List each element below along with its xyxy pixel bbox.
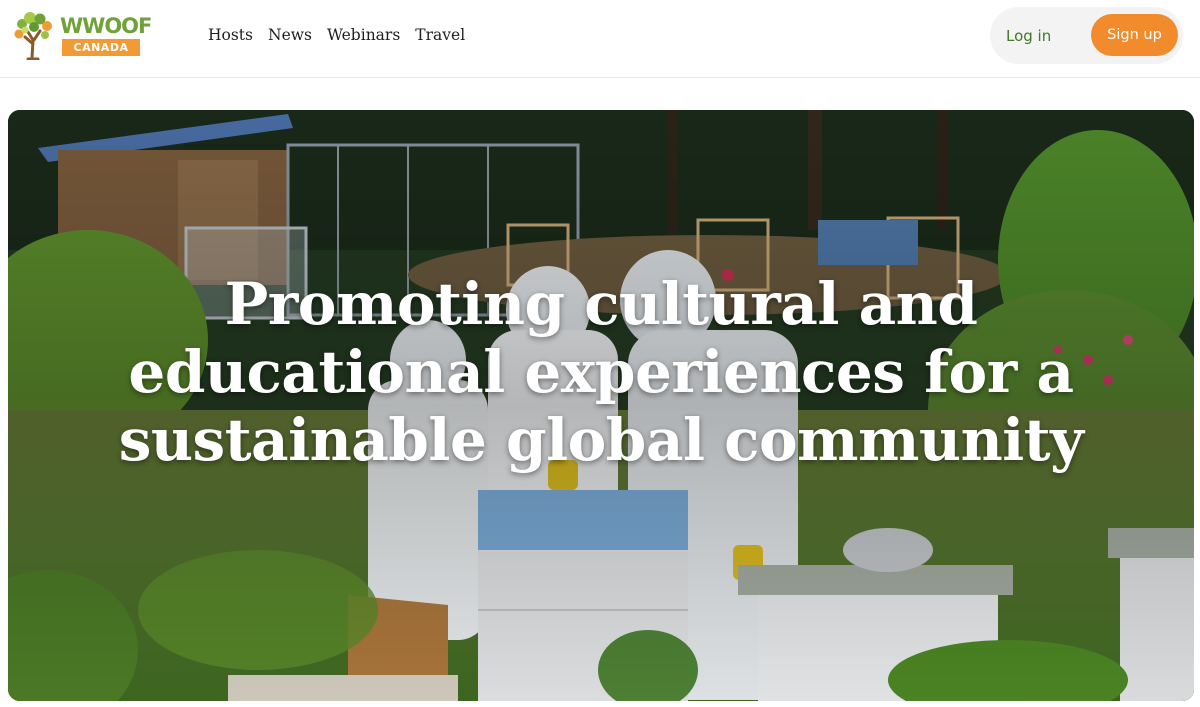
tree-logo-icon xyxy=(14,12,52,60)
logo-badge-canada: CANADA xyxy=(62,39,140,56)
hero-heading-line-2: educational experiences for a xyxy=(128,338,1074,406)
logo-wordmark: WWOOF xyxy=(60,14,152,38)
hero-banner: Promoting cultural and educational exper… xyxy=(8,110,1194,701)
main-nav: Hosts News Webinars Travel xyxy=(208,22,465,48)
auth-pill: Log in Sign up xyxy=(990,7,1183,64)
wwoof-canada-logo[interactable]: WWOOF CANADA xyxy=(12,10,152,62)
signup-button[interactable]: Sign up xyxy=(1091,14,1178,56)
nav-link-hosts[interactable]: Hosts xyxy=(208,26,253,44)
hero-heading-line-1: Promoting cultural and xyxy=(224,270,978,338)
nav-link-news[interactable]: News xyxy=(268,26,312,44)
hero-heading-line-3: sustainable global community xyxy=(118,406,1084,474)
hero-heading: Promoting cultural and educational exper… xyxy=(8,270,1194,474)
nav-link-webinars[interactable]: Webinars xyxy=(327,26,400,44)
nav-link-travel[interactable]: Travel xyxy=(415,26,465,44)
login-button[interactable]: Log in xyxy=(1006,24,1076,48)
site-header: WWOOF CANADA Hosts News Webinars Travel … xyxy=(0,0,1200,78)
